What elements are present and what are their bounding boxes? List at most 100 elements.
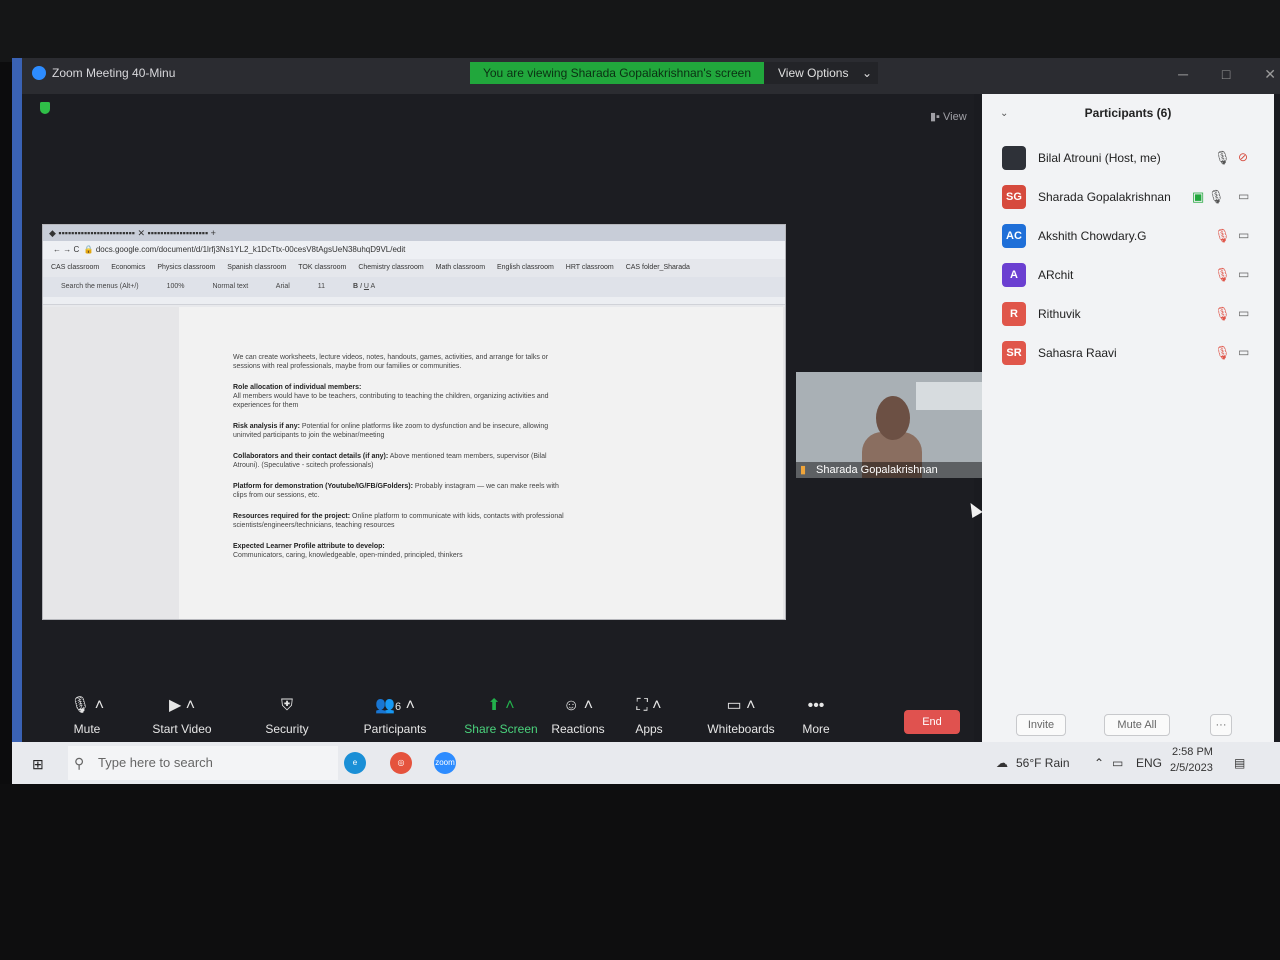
zoom-titlebar: Zoom Meeting 40-Minu You are viewing Sha… xyxy=(22,58,1280,94)
participants-actions: Invite Mute All ··· xyxy=(982,714,1274,740)
participants-button[interactable]: 👥6 ˄ Participants xyxy=(340,694,450,736)
bookmark-item: TOK classroom xyxy=(298,264,347,271)
camera-icon[interactable]: ▭ xyxy=(1238,189,1249,203)
avatar: A xyxy=(1002,263,1026,287)
browser-url-bar: ← → C 🔒 docs.google.com/document/d/1lrfj… xyxy=(43,241,785,259)
shared-screen-document[interactable]: ◆ ▪▪▪▪▪▪▪▪▪▪▪▪▪▪▪▪▪▪▪▪▪▪▪▪ ✕ ▪▪▪▪▪▪▪▪▪▪▪… xyxy=(42,224,786,620)
participant-row[interactable]: A ARchit 🎙 ▭ xyxy=(1002,263,1264,289)
monitor-bezel-top xyxy=(0,0,1280,62)
mute-button[interactable]: 🎙 ˄ Mute xyxy=(42,694,132,736)
background-object xyxy=(916,382,982,410)
bookmarks-bar: CAS classroom Economics Physics classroo… xyxy=(43,259,785,277)
grid-icon: ▮▪ xyxy=(930,111,940,123)
microphone-icon[interactable]: 🎙 xyxy=(1214,150,1231,166)
chevron-down-icon: ⌄ xyxy=(861,66,872,80)
bookmark-item: English classroom xyxy=(497,264,554,271)
clock-date[interactable]: 2/5/2023 xyxy=(1170,762,1213,774)
camera-icon[interactable]: ▭ xyxy=(1238,228,1249,242)
bookmark-item: Spanish classroom xyxy=(227,264,287,271)
maximize-button[interactable]: □ xyxy=(1222,66,1230,82)
doc-paragraph: Collaborators and their contact details … xyxy=(233,453,547,469)
doc-paragraph: Role allocation of individual members: Al… xyxy=(233,384,549,409)
doc-paragraph: Resources required for the project: Onli… xyxy=(233,513,564,529)
docs-toolbar: Search the menus (Alt+/) 100% Normal tex… xyxy=(43,277,785,297)
monitor-bezel-bottom xyxy=(0,784,1280,960)
system-tray: ☁ 56°F Rain ⌃ ▭ ENG 2:58 PM 2/5/2023 ▤ xyxy=(996,746,1266,780)
chrome-icon[interactable]: ◎ xyxy=(390,752,412,774)
microphone-muted-icon[interactable]: 🎙 xyxy=(1214,228,1231,244)
avatar xyxy=(1002,146,1026,170)
video-tile[interactable]: ▮ Sharada Gopalakrishnan xyxy=(796,372,982,478)
close-button[interactable]: ✕ xyxy=(1264,66,1276,82)
chevron-up-icon[interactable]: ⌃ xyxy=(1094,756,1104,770)
participant-row[interactable]: R Rithuvik 🎙 ▭ xyxy=(1002,302,1264,328)
share-screen-icon: ▣ 🎙 xyxy=(1192,189,1225,204)
view-options-button[interactable]: View Options ⌄ xyxy=(764,62,878,84)
participant-row[interactable]: AC Akshith Chowdary.G 🎙 ▭ xyxy=(1002,224,1264,250)
zoom-app-icon[interactable]: zoom xyxy=(434,752,456,774)
bookmark-item: Chemistry classroom xyxy=(358,264,424,271)
microphone-muted-icon[interactable]: 🎙 xyxy=(1214,306,1231,322)
apps-icon: ⛶ ˄ xyxy=(636,697,662,714)
size-select: 11 xyxy=(317,283,326,290)
browser-tab-strip: ◆ ▪▪▪▪▪▪▪▪▪▪▪▪▪▪▪▪▪▪▪▪▪▪▪▪ ✕ ▪▪▪▪▪▪▪▪▪▪▪… xyxy=(43,225,785,241)
camera-icon[interactable]: ▭ xyxy=(1238,306,1249,320)
camera-icon[interactable]: ▭ xyxy=(1238,345,1249,359)
participant-name: Rithuvik xyxy=(1038,307,1081,321)
view-button[interactable]: ▮▪ View xyxy=(930,110,967,123)
windows-start-icon[interactable]: ⊞ xyxy=(32,756,44,773)
ruler xyxy=(43,297,785,305)
window-controls: ─ □ ✕ xyxy=(1148,66,1276,83)
start-video-button[interactable]: ▶ ˄ Start Video xyxy=(132,694,232,736)
camera-off-icon[interactable]: ⊘ xyxy=(1238,150,1248,164)
microphone-icon: 🎙 ˄ xyxy=(69,697,105,714)
participants-panel: ⌄ Participants (6) Bilal Atrouni (Host, … xyxy=(982,94,1274,784)
menu-search: Search the menus (Alt+/) xyxy=(61,283,139,290)
weather-icon: ☁ xyxy=(996,756,1008,770)
participant-name: Akshith Chowdary.G xyxy=(1038,229,1147,243)
participant-name: Sharada Gopalakrishnan xyxy=(1038,190,1171,204)
participant-row[interactable]: Bilal Atrouni (Host, me) 🎙 ⊘ xyxy=(1002,146,1264,172)
desktop-edge xyxy=(12,58,22,784)
zoom-logo-icon xyxy=(32,66,46,80)
language-indicator[interactable]: ENG xyxy=(1136,756,1162,770)
doc-paragraph: Expected Learner Profile attribute to de… xyxy=(233,543,463,559)
edge-icon[interactable]: e xyxy=(344,752,366,774)
bookmark-item: Physics classroom xyxy=(157,264,216,271)
search-placeholder: Type here to search xyxy=(98,755,213,770)
avatar: SG xyxy=(1002,185,1026,209)
bookmark-item: Math classroom xyxy=(435,264,486,271)
more-button[interactable]: ••• More xyxy=(776,694,856,736)
camera-icon[interactable]: ▭ xyxy=(1238,267,1249,281)
minimize-button[interactable]: ─ xyxy=(1178,66,1188,82)
apps-button[interactable]: ⛶ ˄ Apps xyxy=(604,694,694,736)
microphone-muted-icon[interactable]: 🎙 xyxy=(1214,345,1231,361)
participant-name: Sahasra Raavi xyxy=(1038,346,1117,360)
url-text: docs.google.com/document/d/1lrfj3Ns1YL2_… xyxy=(95,245,406,254)
meeting-main-area: ▮▪ View ◆ ▪▪▪▪▪▪▪▪▪▪▪▪▪▪▪▪▪▪▪▪▪▪▪▪ ✕ ▪▪▪… xyxy=(22,94,983,784)
security-button[interactable]: ⛨ Security xyxy=(242,694,332,736)
clock-time[interactable]: 2:58 PM xyxy=(1172,746,1213,758)
end-button[interactable]: End xyxy=(904,710,960,734)
avatar: R xyxy=(1002,302,1026,326)
window-title: Zoom Meeting 40-Minu xyxy=(52,66,176,80)
shield-icon[interactable] xyxy=(40,102,50,114)
invite-button[interactable]: Invite xyxy=(1016,714,1066,736)
participant-row[interactable]: SR Sahasra Raavi 🎙 ▭ xyxy=(1002,341,1264,367)
weather-text[interactable]: 56°F Rain xyxy=(1016,756,1070,770)
participant-row[interactable]: SG Sharada Gopalakrishnan ▣ 🎙 ▭ xyxy=(1002,185,1264,211)
microphone-muted-icon[interactable]: 🎙 xyxy=(1214,267,1231,283)
battery-icon[interactable]: ▭ xyxy=(1112,756,1123,770)
bookmark-item: Economics xyxy=(111,264,146,271)
screen: Zoom Meeting 40-Minu You are viewing Sha… xyxy=(12,58,1280,784)
mute-all-button[interactable]: Mute All xyxy=(1104,714,1170,736)
bookmark-item: CAS folder_Sharada xyxy=(625,264,690,271)
participant-face xyxy=(876,396,910,440)
more-options-button[interactable]: ··· xyxy=(1210,714,1232,736)
camera-off-icon: ▶ ˄ xyxy=(168,697,196,714)
notification-icon[interactable]: ▤ xyxy=(1234,756,1245,770)
taskbar-search-input[interactable]: ⚲ Type here to search xyxy=(68,746,338,780)
participant-name: Bilal Atrouni (Host, me) xyxy=(1038,151,1161,165)
video-tile-name: ▮ Sharada Gopalakrishnan xyxy=(796,462,982,478)
avatar: SR xyxy=(1002,341,1026,365)
